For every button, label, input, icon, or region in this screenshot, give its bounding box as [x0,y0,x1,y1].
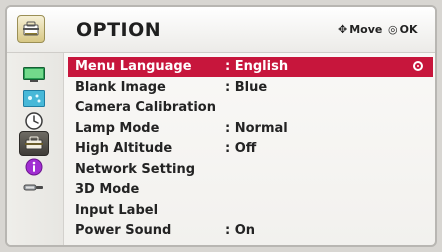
menu-item-value: : English [225,59,289,74]
menu-item-power-sound[interactable]: Power Sound : On [68,221,433,241]
menu-item-value: : On [225,223,256,238]
ok-hint: ◎ OK [388,23,417,36]
move-hint: ✥ Move [338,23,382,36]
menu-item-input-label[interactable]: Input Label [68,201,433,221]
menu-item-label: Lamp Mode [75,120,160,136]
screen-icon[interactable] [23,90,45,107]
move-hint-label: Move [349,23,383,36]
menu-item-label: High Altitude [75,141,173,156]
toolbox-icon [17,15,45,43]
picture-icon[interactable] [23,67,45,84]
menu-item-label: Blank Image [75,79,166,95]
menu-item-label: Network Setting [75,161,196,177]
menu-header: OPTION ✥ Move ◎ OK [7,7,435,53]
option-menu-panel: OPTION ✥ Move ◎ OK Menu Language: Engli… [5,5,437,247]
clock-icon[interactable] [24,111,44,131]
option-icon[interactable] [19,131,49,156]
menu-item-high-altitude[interactable]: High Altitude : Off [68,139,433,159]
ok-icon: ◎ [388,23,398,36]
menu-item-label: Input Label [75,202,159,218]
menu-item-3d-mode[interactable]: 3D Mode [68,180,433,200]
menu-item-network-setting[interactable]: Network Setting [68,160,433,180]
category-sidebar [7,53,64,245]
menu-item-label: Power Sound [75,223,172,238]
menu-item-value: : Blue [225,79,268,95]
menu-item-label: Camera Calibration [75,100,216,115]
ok-hint-label: OK [399,23,418,36]
menu-item-value: : Off [225,141,257,156]
page-title: OPTION [76,19,162,41]
menu-item-label: Menu Language [75,59,192,74]
menu-item-menu-language[interactable]: Menu Language : English [68,57,433,77]
menu-item-blank-image[interactable]: Blank Image : Blue [68,78,433,98]
input-icon[interactable] [23,179,45,196]
move-icon: ✥ [338,23,348,36]
option-menu-list: Menu Language : English Blank Image : Bl… [68,57,433,245]
ok-select-icon [413,61,423,71]
info-icon[interactable] [24,157,44,177]
menu-item-label: 3D Mode [75,182,140,197]
menu-item-value: : Normal [225,120,288,136]
menu-item-camera-calibration[interactable]: Camera Calibration [68,98,433,118]
menu-item-lamp-mode[interactable]: Lamp Mode : Normal [68,119,433,139]
